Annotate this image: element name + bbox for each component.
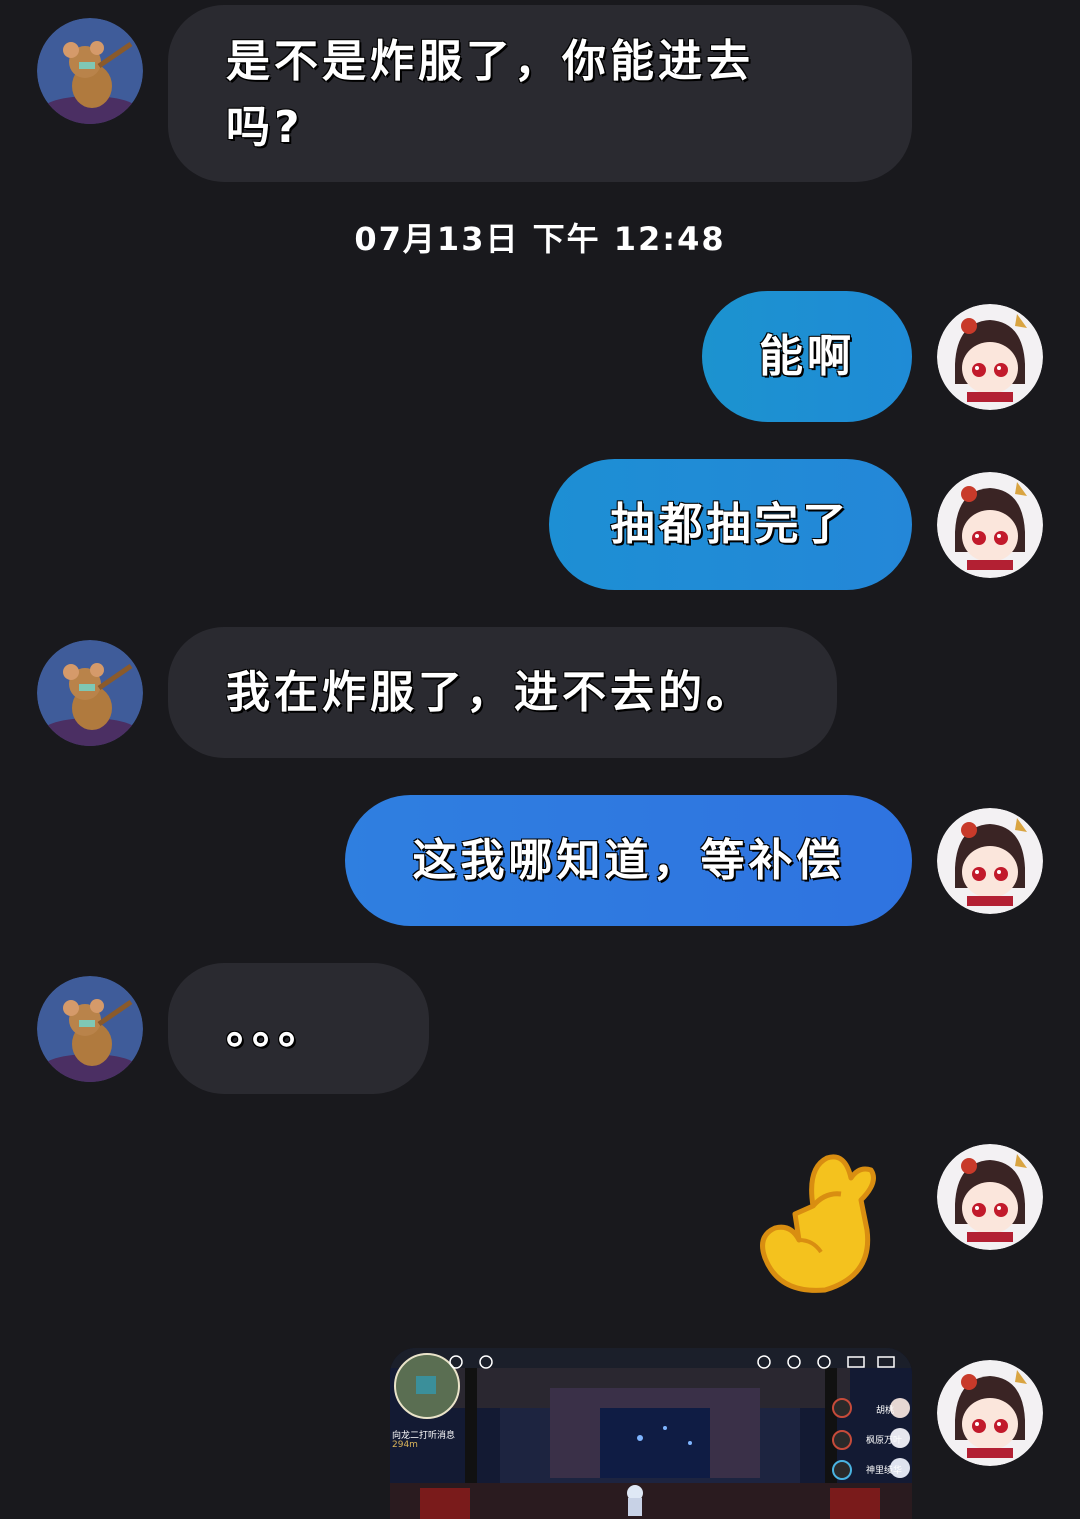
self-avatar[interactable]: [937, 304, 1043, 410]
contact-avatar[interactable]: [37, 640, 143, 746]
message-text: 我在炸服了，进不去的。: [226, 666, 754, 718]
anime-girl-avatar-icon: [937, 808, 1043, 914]
message-text: 能啊: [759, 330, 855, 382]
anime-girl-avatar-icon: [937, 304, 1043, 410]
message-text: 这我哪知道，等补偿: [412, 834, 845, 886]
pinched-fingers-emoji[interactable]: [755, 1148, 885, 1298]
party-member-2: 枫原万叶: [866, 1436, 903, 1446]
message-timestamp: 07月13日 下午 12:48: [354, 220, 726, 258]
quest-distance: 294m: [392, 1440, 418, 1450]
message-bubble-outgoing[interactable]: 这我哪知道，等补偿: [345, 795, 912, 926]
contact-avatar[interactable]: [37, 18, 143, 124]
party-member-1: 胡桃: [876, 1406, 895, 1416]
mouse-avatar-icon: [37, 640, 143, 746]
self-avatar[interactable]: [937, 472, 1043, 578]
message-text-line: 是不是炸服了，你能进去: [226, 36, 754, 87]
message-bubble-outgoing[interactable]: 能啊: [702, 291, 912, 422]
message-bubble-outgoing[interactable]: 抽都抽完了: [549, 459, 912, 590]
self-avatar[interactable]: [937, 1144, 1043, 1250]
message-text: 。。。: [226, 1002, 326, 1054]
hand-emoji-icon: [760, 1154, 876, 1293]
mouse-avatar-icon: [37, 18, 143, 124]
message-bubble-incoming[interactable]: 。。。: [168, 963, 429, 1094]
message-text: 抽都抽完了: [610, 498, 851, 550]
self-avatar[interactable]: [937, 1360, 1043, 1466]
contact-avatar[interactable]: [37, 976, 143, 1082]
self-avatar[interactable]: [937, 808, 1043, 914]
message-bubble-incoming[interactable]: 是不是炸服了，你能进去 吗?: [168, 5, 912, 182]
anime-girl-avatar-icon: [937, 1360, 1043, 1466]
mouse-avatar-icon: [37, 976, 143, 1082]
image-message-game-screenshot[interactable]: 向龙二打听消息 294m 胡桃 枫原万叶 神里绫华: [390, 1348, 912, 1519]
anime-girl-avatar-icon: [937, 472, 1043, 578]
message-bubble-incoming[interactable]: 我在炸服了，进不去的。: [168, 627, 837, 758]
party-member-3: 神里绫华: [866, 1466, 903, 1476]
anime-girl-avatar-icon: [937, 1144, 1043, 1250]
message-text-line: 吗?: [226, 102, 304, 153]
game-scene-image: [390, 1348, 912, 1519]
